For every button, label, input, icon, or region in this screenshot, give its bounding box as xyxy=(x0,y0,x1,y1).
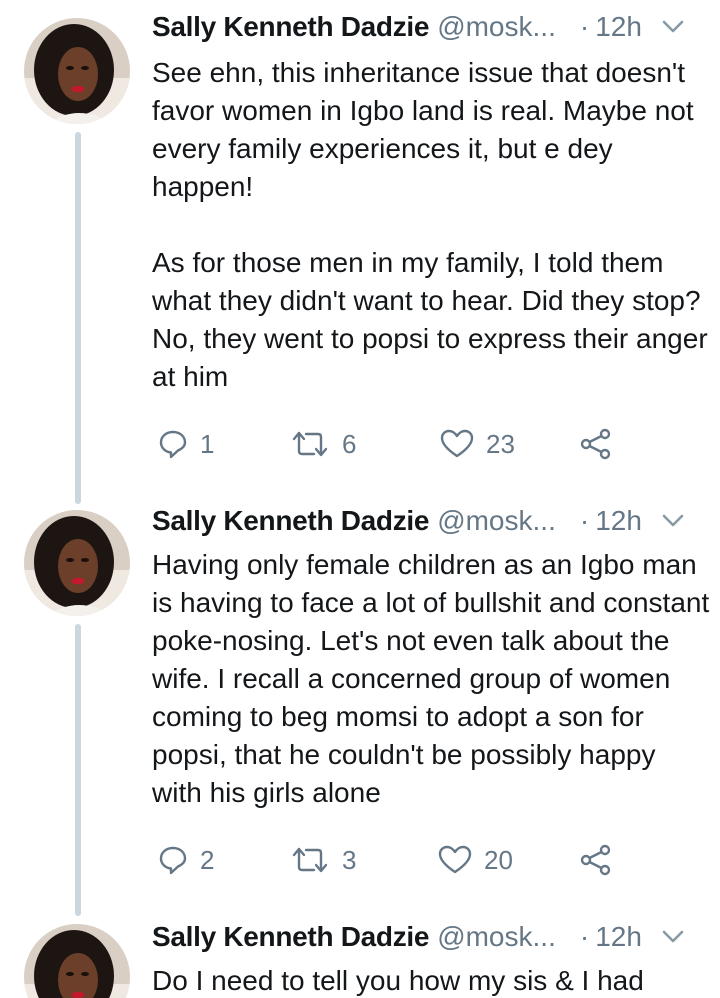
tweet-text: Do I need to tell you how my sis & I had xyxy=(152,965,644,996)
tweet-header: Sally Kenneth Dadzie @mosk... · 12h xyxy=(152,920,702,954)
like-button[interactable]: 23 xyxy=(440,426,515,462)
share-button[interactable] xyxy=(580,842,612,878)
share-icon xyxy=(580,844,612,876)
timestamp[interactable]: 12h xyxy=(595,921,642,953)
author-handle[interactable]: @mosk... xyxy=(437,921,556,953)
retweet-icon xyxy=(290,845,330,875)
reply-button[interactable]: 2 xyxy=(158,842,214,878)
tweet-actions: 1 6 23 xyxy=(152,426,632,462)
chevron-down-icon[interactable] xyxy=(662,20,684,34)
avatar[interactable] xyxy=(24,510,130,616)
avatar[interactable] xyxy=(24,18,130,124)
like-icon xyxy=(440,429,474,459)
timestamp[interactable]: 12h xyxy=(595,11,642,43)
tweet[interactable]: Sally Kenneth Dadzie @mosk... · 12h See … xyxy=(0,0,720,500)
like-count: 23 xyxy=(486,428,515,459)
chevron-down-icon[interactable] xyxy=(662,930,684,944)
tweet-header: Sally Kenneth Dadzie @mosk... · 12h xyxy=(152,504,702,538)
reply-icon xyxy=(158,429,188,459)
author-handle[interactable]: @mosk... xyxy=(437,505,556,537)
separator-dot: · xyxy=(579,11,590,42)
reply-button[interactable]: 1 xyxy=(158,426,214,462)
retweet-count: 6 xyxy=(342,428,357,459)
like-count: 20 xyxy=(484,844,513,875)
reply-count: 1 xyxy=(200,428,215,459)
retweet-count: 3 xyxy=(342,844,357,875)
tweet-actions: 2 3 20 xyxy=(152,842,632,878)
tweet[interactable]: Sally Kenneth Dadzie @mosk... · 12h Do I… xyxy=(0,916,720,998)
tweet-text: Having only female children as an Igbo m… xyxy=(152,549,710,808)
timestamp[interactable]: 12h xyxy=(595,505,642,537)
retweet-button[interactable]: 6 xyxy=(290,426,356,462)
author-name[interactable]: Sally Kenneth Dadzie xyxy=(152,505,429,537)
tweet-thread: Sally Kenneth Dadzie @mosk... · 12h See … xyxy=(0,0,720,998)
reply-icon xyxy=(158,845,188,875)
tweet[interactable]: Sally Kenneth Dadzie @mosk... · 12h Havi… xyxy=(0,500,720,916)
tweet-header: Sally Kenneth Dadzie @mosk... · 12h xyxy=(152,10,702,44)
profile-photo xyxy=(24,924,130,998)
like-button[interactable]: 20 xyxy=(438,842,513,878)
retweet-button[interactable]: 3 xyxy=(290,842,356,878)
avatar[interactable] xyxy=(24,924,130,998)
reply-count: 2 xyxy=(200,844,215,875)
profile-photo xyxy=(24,510,130,616)
separator-dot: · xyxy=(579,921,590,952)
profile-photo xyxy=(24,18,130,124)
share-button[interactable] xyxy=(580,426,612,462)
retweet-icon xyxy=(290,429,330,459)
separator-dot: · xyxy=(579,505,590,536)
chevron-down-icon[interactable] xyxy=(662,514,684,528)
author-name[interactable]: Sally Kenneth Dadzie xyxy=(152,921,429,953)
like-icon xyxy=(438,845,472,875)
share-icon xyxy=(580,428,612,460)
author-name[interactable]: Sally Kenneth Dadzie xyxy=(152,11,429,43)
author-handle[interactable]: @mosk... xyxy=(437,11,556,43)
tweet-text: See ehn, this inheritance issue that doe… xyxy=(152,57,708,392)
